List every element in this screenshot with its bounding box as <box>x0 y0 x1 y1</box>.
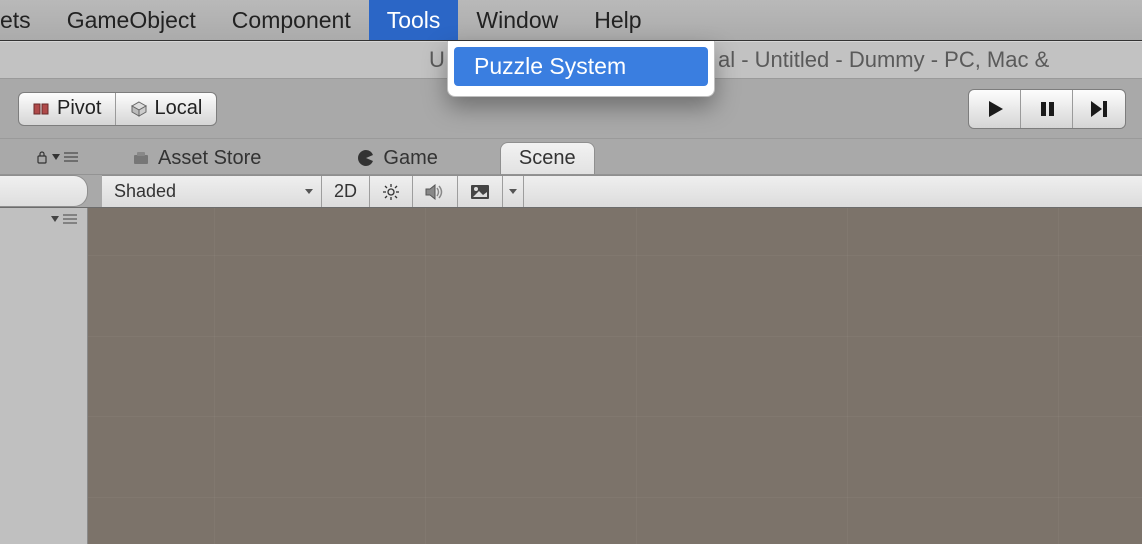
lighting-toggle[interactable] <box>370 176 413 207</box>
2d-label: 2D <box>334 181 357 202</box>
tab-asset-store[interactable]: Asset Store <box>114 142 279 174</box>
menu-item-help[interactable]: Help <box>576 0 659 40</box>
menu-item-gameobject[interactable]: GameObject <box>49 0 214 40</box>
image-icon <box>470 184 490 200</box>
tab-scene[interactable]: Scene <box>500 142 595 174</box>
shading-mode-label: Shaded <box>114 181 176 202</box>
speaker-icon <box>425 184 445 200</box>
pivot-label: Pivot <box>57 97 101 120</box>
tab-strip: Asset Store Game Scene <box>0 139 1142 175</box>
play-button[interactable] <box>969 90 1021 128</box>
pause-button[interactable] <box>1021 90 1073 128</box>
menu-item-window[interactable]: Window <box>458 0 576 40</box>
2d-toggle[interactable]: 2D <box>322 176 370 207</box>
handle-mode-group: Pivot Local <box>18 92 217 126</box>
chevron-down-icon <box>509 189 517 194</box>
menu-item-component[interactable]: Component <box>214 0 369 40</box>
scene-viewport[interactable] <box>88 208 1142 544</box>
tab-scene-label: Scene <box>519 147 576 170</box>
play-icon <box>985 99 1005 119</box>
title-fragment-right: al - Untitled - Dummy - PC, Mac & <box>718 47 1049 73</box>
play-controls <box>968 89 1126 129</box>
scene-toolbar: Shaded 2D <box>102 175 1142 207</box>
tab-game[interactable]: Game <box>339 142 455 174</box>
scene-toolbar-row: Shaded 2D <box>0 175 1142 208</box>
menu-item-assets-fragment[interactable]: ets <box>0 0 49 40</box>
left-panel-rounded <box>0 175 88 207</box>
tab-asset-store-label: Asset Store <box>158 147 261 170</box>
fx-toggle[interactable] <box>458 176 503 207</box>
menubar: ets GameObject Component Tools Window He… <box>0 0 1142 41</box>
sun-icon <box>382 183 400 201</box>
local-button[interactable]: Local <box>116 93 216 125</box>
chevron-down-icon <box>305 189 313 194</box>
shading-mode-dropdown[interactable]: Shaded <box>102 176 322 207</box>
menu-item-puzzle-system[interactable]: Puzzle System <box>454 47 708 86</box>
asset-store-icon <box>132 150 150 166</box>
left-options[interactable] <box>51 214 77 224</box>
tools-menu-dropdown: Puzzle System <box>447 41 715 97</box>
title-fragment-left: U <box>429 47 445 73</box>
chevron-down-icon <box>52 154 60 160</box>
pivot-button[interactable]: Pivot <box>19 93 116 125</box>
menu-item-tools[interactable]: Tools <box>369 0 459 40</box>
pause-icon <box>1037 99 1057 119</box>
step-button[interactable] <box>1073 90 1125 128</box>
audio-toggle[interactable] <box>413 176 458 207</box>
lock-icon <box>36 150 48 164</box>
scene-view-row <box>0 208 1142 544</box>
chevron-down-icon <box>51 216 59 222</box>
pivot-icon <box>33 101 51 117</box>
left-side-panel <box>0 208 88 544</box>
step-icon <box>1088 99 1110 119</box>
list-icon <box>63 214 77 224</box>
pacman-icon <box>357 149 375 167</box>
list-icon <box>64 152 78 162</box>
tab-game-label: Game <box>383 147 437 170</box>
local-label: Local <box>154 97 202 120</box>
cube-icon <box>130 101 148 117</box>
left-panel-header <box>0 139 88 174</box>
lock-toggle[interactable] <box>36 150 78 164</box>
fx-dropdown[interactable] <box>503 176 524 207</box>
